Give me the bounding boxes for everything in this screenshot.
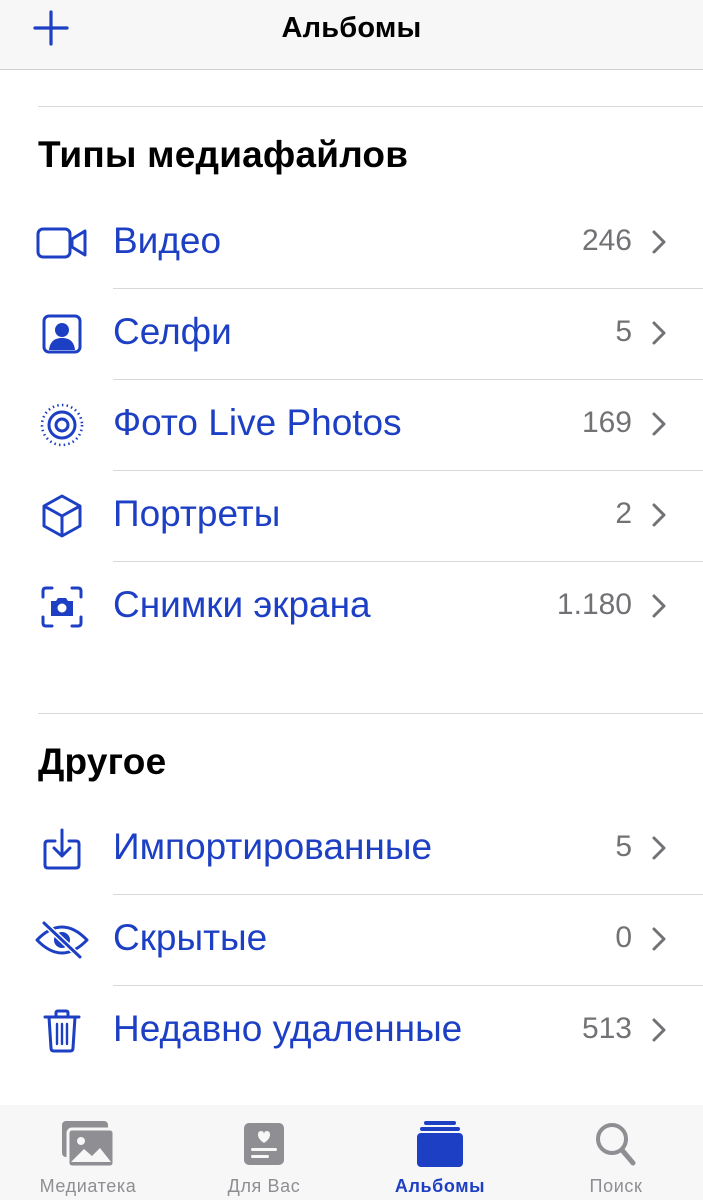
section-title-other: Другое [38, 741, 167, 782]
album-label: Снимки экрана [113, 584, 371, 625]
album-row-portraits[interactable]: Портреты 2 [0, 471, 703, 562]
album-label: Портреты [113, 493, 281, 534]
album-row-hidden[interactable]: Скрытые 0 [0, 895, 703, 986]
chevron-right-icon [652, 412, 666, 436]
album-count: 1.180 [556, 588, 632, 621]
chevron-right-icon [652, 927, 666, 951]
album-label: Скрытые [113, 917, 268, 958]
tab-label: Альбомы [394, 1176, 486, 1196]
page-title: Альбомы [281, 12, 422, 44]
album-row-screenshots[interactable]: Снимки экрана 1.180 [0, 562, 703, 653]
tab-for-you[interactable]: Для Вас [176, 1105, 352, 1200]
tab-bar: Медиатека Для Вас Альбомы Поиск [0, 1105, 703, 1200]
tab-label: Для Вас [227, 1176, 301, 1196]
cube-icon [33, 487, 91, 545]
search-icon [596, 1123, 636, 1166]
album-label: Видео [113, 220, 222, 261]
album-count: 5 [615, 830, 632, 863]
section-divider [38, 713, 703, 714]
album-row-video[interactable]: Видео 246 [0, 198, 703, 289]
album-count: 5 [615, 315, 632, 348]
chevron-right-icon [652, 836, 666, 860]
album-row-imported[interactable]: Импортированные 5 [0, 804, 703, 895]
album-label: Фото Live Photos [113, 402, 402, 443]
album-row-recently-deleted[interactable]: Недавно удаленные 513 [0, 986, 703, 1077]
tab-albums[interactable]: Альбомы [352, 1105, 528, 1200]
album-label: Импортированные [113, 826, 433, 867]
album-row-selfie[interactable]: Селфи 5 [0, 289, 703, 380]
album-count: 513 [581, 1012, 632, 1045]
album-label: Недавно удаленные [113, 1008, 463, 1049]
album-count: 246 [581, 224, 632, 257]
screenshot-icon [33, 578, 91, 636]
album-count: 0 [615, 921, 632, 954]
tab-label: Медиатека [39, 1176, 137, 1196]
tab-search[interactable]: Поиск [528, 1105, 703, 1200]
selfie-icon [33, 305, 91, 363]
albums-icon [417, 1121, 463, 1167]
album-count: 2 [615, 497, 632, 530]
tab-library[interactable]: Медиатека [0, 1105, 176, 1200]
for-you-icon [244, 1123, 284, 1165]
section-divider [38, 106, 703, 107]
photos-library-icon [62, 1121, 116, 1169]
section-title-media-types: Типы медиафайлов [38, 134, 409, 175]
eye-slash-icon [33, 911, 91, 969]
live-photo-icon [33, 396, 91, 454]
tab-label: Поиск [589, 1176, 643, 1196]
album-row-live-photos[interactable]: Фото Live Photos 169 [0, 380, 703, 471]
import-icon [33, 820, 91, 878]
trash-icon [33, 1002, 91, 1060]
chevron-right-icon [652, 230, 666, 254]
chevron-right-icon [652, 1018, 666, 1042]
navigation-bar: Альбомы [0, 0, 703, 70]
album-label: Селфи [113, 311, 232, 352]
chevron-right-icon [652, 321, 666, 345]
video-icon [33, 214, 91, 272]
chevron-right-icon [652, 594, 666, 618]
album-count: 169 [581, 406, 632, 439]
chevron-right-icon [652, 503, 666, 527]
